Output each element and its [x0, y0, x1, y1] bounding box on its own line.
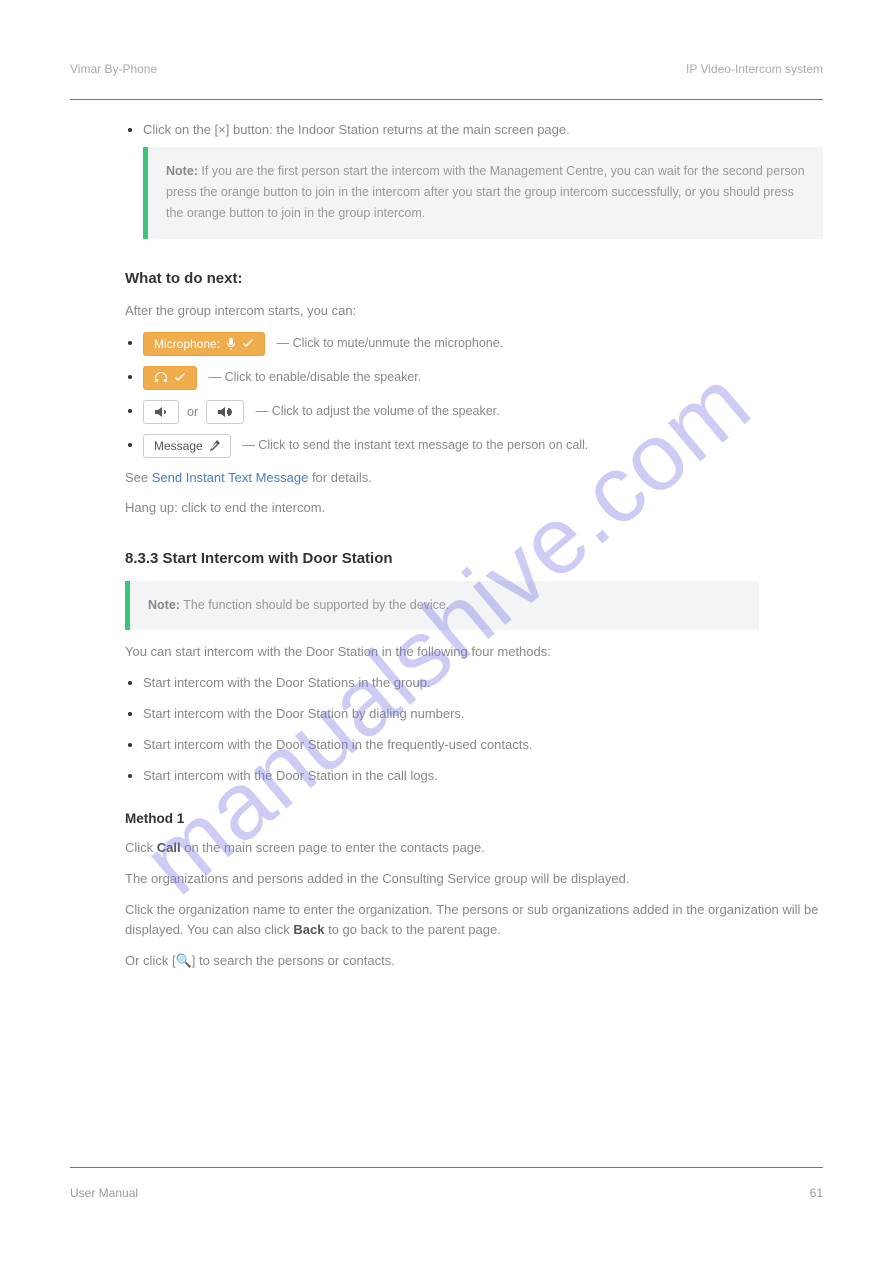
page-header: Vimar By-Phone IP Video-Intercom system [70, 60, 823, 79]
close-action-bullet: Click on the [×] button: the Indoor Stat… [143, 120, 823, 239]
section-8-3-3-title: 8.3.3 Start Intercom with Door Station [125, 547, 823, 571]
speaker-row: — Click to enable/disable the speaker. [143, 366, 823, 390]
see-link-line: See Send Instant Text Message for detail… [125, 468, 823, 489]
page-footer: User Manual 61 [70, 1184, 823, 1203]
method-bullet-4: Start intercom with the Door Station in … [143, 766, 823, 787]
what-next-intro: After the group intercom starts, you can… [125, 301, 823, 322]
method1-p3: Click the organization name to enter the… [125, 900, 823, 942]
method1-p4: Or click [🔍] to search the persons or co… [125, 951, 823, 972]
volume-up-button[interactable] [206, 400, 244, 424]
note-body-2: The function should be supported by the … [180, 598, 449, 612]
speaker-desc: — Click to enable/disable the speaker. [209, 370, 422, 384]
note-label: Note: [166, 164, 198, 178]
footer-right: 61 [810, 1184, 823, 1203]
note-box-1: Note: If you are the first person start … [143, 147, 823, 239]
header-right: IP Video-Intercom system [686, 60, 823, 79]
method1-p1: Click Call on the main screen page to en… [125, 838, 823, 859]
volume-high-icon [217, 406, 233, 418]
volume-down-button[interactable] [143, 400, 179, 424]
what-next-heading: What to do next: [125, 267, 823, 291]
method1-title: Method 1 [125, 808, 823, 830]
check-icon [242, 339, 254, 349]
message-button[interactable]: Message [143, 434, 231, 458]
method-bullet-3: Start intercom with the Door Station in … [143, 735, 823, 756]
methods-intro: You can start intercom with the Door Sta… [125, 642, 823, 663]
volume-row: or — Click to adjust the volume of the s… [143, 400, 823, 424]
note-label-2: Note: [148, 598, 180, 612]
method1-p2: The organizations and persons added in t… [125, 869, 823, 890]
header-left: Vimar By-Phone [70, 60, 157, 79]
method-bullet-1: Start intercom with the Door Stations in… [143, 673, 823, 694]
pencil-icon [209, 440, 220, 451]
mic-desc: — Click to mute/unmute the microphone. [277, 336, 504, 350]
or-text: or [187, 402, 198, 422]
microphone-button[interactable]: Microphone: [143, 332, 265, 356]
header-rule [70, 99, 823, 100]
headphones-icon [154, 372, 168, 384]
speaker-toggle-button[interactable] [143, 366, 197, 390]
microphone-icon [226, 338, 236, 350]
send-message-link[interactable]: Send Instant Text Message [152, 470, 309, 485]
mic-row: Microphone: — Click to mute/unmute the m… [143, 332, 823, 356]
hangup-line: Hang up: click to end the intercom. [125, 498, 823, 519]
note-box-2: Note: The function should be supported b… [125, 581, 759, 630]
footer-left: User Manual [70, 1184, 138, 1203]
volume-desc: — Click to adjust the volume of the spea… [256, 404, 500, 418]
footer-rule [70, 1167, 823, 1168]
message-row: Message — Click to send the instant text… [143, 434, 823, 458]
message-desc: — Click to send the instant text message… [242, 438, 588, 452]
check-icon [174, 373, 186, 383]
note-body: If you are the first person start the in… [166, 164, 805, 221]
volume-low-icon [154, 406, 168, 418]
method-bullet-2: Start intercom with the Door Station by … [143, 704, 823, 725]
